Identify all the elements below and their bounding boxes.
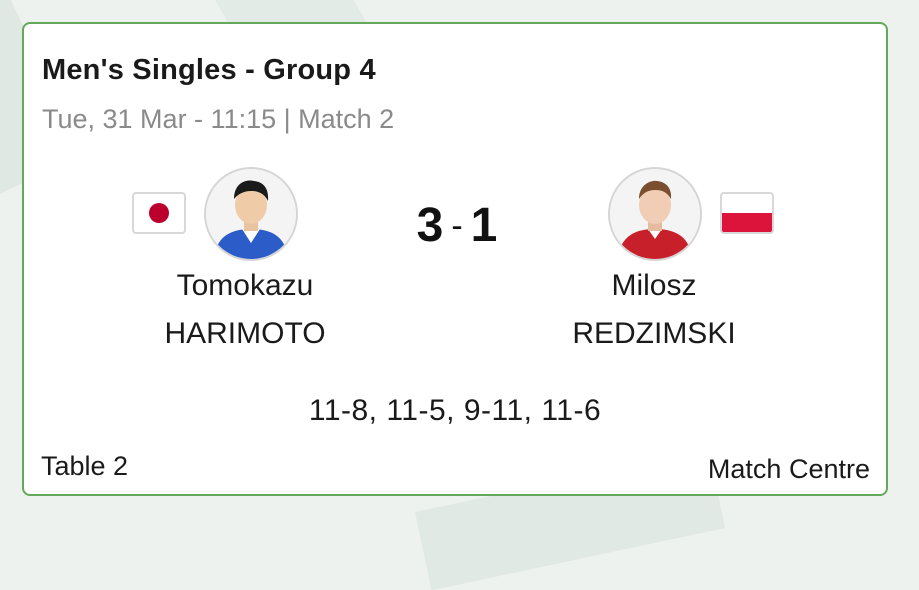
score-right: 1 xyxy=(470,199,498,252)
event-title: Men's Singles - Group 4 xyxy=(42,54,376,86)
player-photo-right xyxy=(608,167,702,261)
player-left-last-name: HARIMOTO xyxy=(164,317,326,350)
score-left: 3 xyxy=(416,199,444,252)
table-label: Table 2 xyxy=(41,451,129,481)
player-photo-left xyxy=(204,167,298,261)
game-scores: 11-8, 11-5, 9-11, 11-6 xyxy=(308,394,602,427)
match-card[interactable]: Men's Singles - Group 4 Tue, 31 Mar - 11… xyxy=(22,22,888,496)
player-right-first-name: Milosz xyxy=(611,269,697,302)
poland-flag-icon xyxy=(720,192,774,234)
match-info: Tue, 31 Mar - 11:15 | Match 2 xyxy=(42,104,395,134)
player-right-last-name: REDZIMSKI xyxy=(572,317,736,350)
score-separator: - xyxy=(451,207,463,245)
match-score: 3-1 xyxy=(404,198,510,254)
player-left-first-name: Tomokazu xyxy=(176,269,314,302)
japan-flag-icon xyxy=(132,192,186,234)
match-centre-link[interactable]: Match Centre xyxy=(708,454,870,485)
